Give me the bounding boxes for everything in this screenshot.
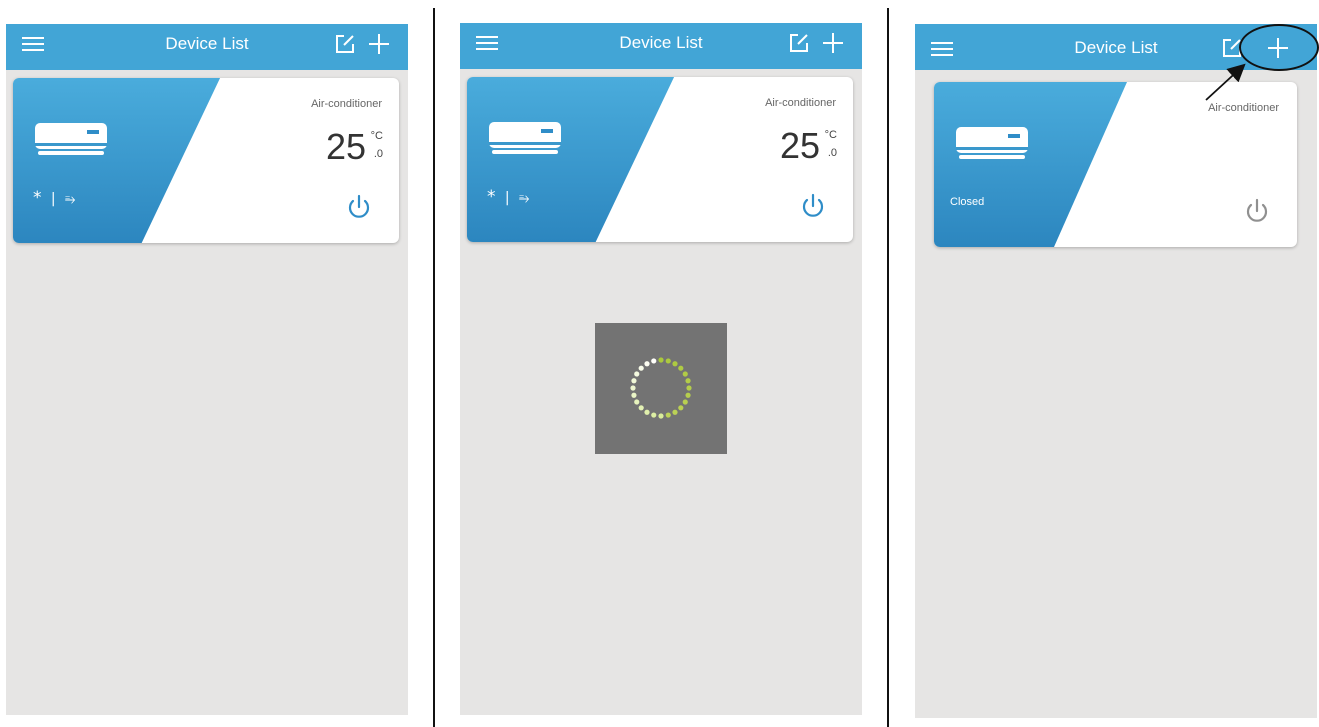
air-conditioner-icon: [489, 122, 561, 154]
app-header: Device List: [6, 24, 408, 70]
device-card[interactable]: Air-conditioner 25 °C .0 * | ⥱: [467, 77, 853, 242]
device-status-label: Closed: [950, 196, 985, 208]
mode-indicators: * | ⥱: [33, 188, 75, 208]
spinner-dot: [634, 371, 640, 377]
spinner-dot: [678, 365, 684, 371]
spinner-dot: [682, 399, 688, 405]
edit-icon[interactable]: [1221, 37, 1243, 59]
temperature-decimal: .0: [373, 148, 383, 160]
spinner-dot: [634, 399, 640, 405]
air-conditioner-icon: [35, 123, 107, 155]
spinner-dot: [651, 412, 657, 418]
power-icon[interactable]: [799, 192, 827, 220]
device-type-label: Air-conditioner: [311, 98, 382, 110]
power-icon[interactable]: [345, 193, 373, 221]
loading-overlay: [595, 323, 727, 454]
spinner-dot: [631, 378, 637, 384]
spinner-dot: [658, 413, 664, 419]
spinner-dot: [665, 412, 671, 418]
spinner-dot: [644, 409, 650, 415]
mode-separator: |: [50, 191, 56, 207]
hamburger-menu-icon[interactable]: [22, 37, 44, 52]
temperature-value: 25: [779, 125, 820, 166]
hamburger-menu-icon[interactable]: [931, 42, 953, 57]
spinner-dot: [672, 409, 678, 415]
spinner-dot: [665, 358, 671, 364]
loading-spinner-icon: [630, 357, 692, 419]
phone-screen-3: Device List Air-conditioner Closed: [915, 24, 1317, 718]
plus-icon[interactable]: [821, 31, 845, 55]
hamburger-menu-icon[interactable]: [476, 36, 498, 51]
spinner-dot: [672, 361, 678, 367]
phone-screen-1: Device List Air-conditioner 25 °C .0 * |…: [6, 24, 408, 715]
mode-separator: |: [504, 190, 510, 206]
cool-mode-icon: *: [487, 187, 496, 207]
temperature-value: 25: [325, 126, 366, 167]
screen-divider-1: [433, 8, 435, 727]
app-header: Device List: [915, 24, 1317, 70]
temperature-unit: °C: [824, 129, 837, 141]
temperature-decimal: .0: [827, 147, 837, 159]
page-title: Device List: [1074, 38, 1158, 57]
spinner-dot: [678, 405, 684, 411]
spinner-dot: [685, 378, 691, 384]
cool-mode-icon: *: [33, 188, 42, 208]
phone-screen-2: Device List Air-conditioner 25 °C .0 * |…: [460, 23, 862, 715]
air-conditioner-icon: [956, 127, 1028, 159]
device-type-label: Air-conditioner: [1208, 102, 1279, 114]
spinner-dot: [638, 405, 644, 411]
spinner-dot: [638, 365, 644, 371]
spinner-dot: [644, 361, 650, 367]
edit-icon[interactable]: [788, 32, 810, 54]
spinner-dot: [685, 392, 691, 398]
screen-divider-2: [887, 8, 889, 727]
spinner-dot: [686, 385, 692, 391]
spinner-dot: [682, 371, 688, 377]
temperature-display: 25 °C .0: [779, 125, 837, 167]
plus-icon[interactable]: [367, 32, 391, 56]
temperature-unit: °C: [370, 130, 383, 142]
spinner-dot: [658, 357, 664, 363]
mode-indicators: * | ⥱: [487, 187, 529, 207]
device-card[interactable]: Air-conditioner Closed: [934, 82, 1297, 247]
fan-mode-icon: ⥱: [519, 191, 530, 206]
fan-mode-icon: ⥱: [65, 192, 76, 207]
spinner-dot: [631, 392, 637, 398]
device-type-label: Air-conditioner: [765, 97, 836, 109]
spinner-dot: [630, 385, 636, 391]
temperature-display: 25 °C .0: [325, 126, 383, 168]
app-header: Device List: [460, 23, 862, 69]
power-icon[interactable]: [1243, 197, 1271, 225]
device-card[interactable]: Air-conditioner 25 °C .0 * | ⥱: [13, 78, 399, 243]
spinner-dot: [651, 358, 657, 364]
edit-icon[interactable]: [334, 33, 356, 55]
plus-icon[interactable]: [1266, 36, 1290, 60]
